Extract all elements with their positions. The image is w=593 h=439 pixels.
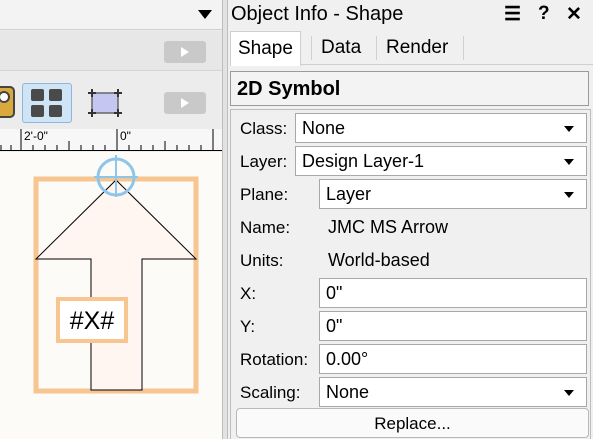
plane-label: Plane:	[240, 185, 289, 204]
ruler-label-origin: 0"	[120, 129, 131, 143]
reshape-tool-icon[interactable]	[84, 83, 128, 123]
rotation-field[interactable]: 0.00°	[319, 344, 587, 374]
dropdown-arrow-icon	[564, 192, 574, 198]
y-field[interactable]: 0"	[319, 311, 587, 341]
object-type-header: 2D Symbol	[230, 71, 589, 106]
tab-render[interactable]: Render	[379, 31, 455, 65]
object-info-palette: Object Info - Shape ☰ ? ✕ Shape Data Ren…	[228, 0, 593, 439]
units-value: World-based	[328, 250, 430, 270]
drawing-canvas[interactable]: #X#	[0, 152, 222, 439]
scaling-value: None	[326, 382, 370, 402]
help-icon[interactable]: ?	[538, 3, 550, 25]
app-window: 2'-0" 0" #X# Object Info - Shape ☰ ? ✕ S…	[0, 0, 593, 439]
palette-title: Object Info - Shape	[231, 3, 404, 25]
hamburger-menu-icon[interactable]: ☰	[504, 3, 521, 26]
arrow-symbol[interactable]	[34, 179, 198, 391]
units-label: Units:	[240, 251, 284, 270]
name-label: Name:	[240, 218, 291, 237]
layer-label: Layer:	[240, 152, 288, 171]
expand-button[interactable]	[164, 41, 206, 63]
close-icon[interactable]: ✕	[566, 3, 582, 26]
replace-button[interactable]: Replace...	[236, 408, 589, 438]
tab-data[interactable]: Data	[314, 31, 368, 65]
dropdown-arrow-icon	[564, 159, 574, 165]
dropdown-arrow-icon	[564, 126, 574, 132]
tool-bar-row-1	[0, 31, 222, 71]
shape-properties-panel: Class: None Layer: Design Layer-1 Plane:…	[230, 109, 591, 439]
tab-shape[interactable]: Shape	[230, 31, 301, 66]
class-dropdown[interactable]: None	[295, 113, 587, 143]
scaling-label: Scaling:	[240, 383, 301, 402]
plane-value: Layer	[326, 184, 372, 204]
expand-button-2[interactable]	[164, 92, 206, 114]
ruler-label-left: 2'-0"	[24, 129, 48, 143]
chevron-down-icon[interactable]	[198, 10, 212, 19]
class-label: Class:	[240, 119, 288, 138]
layer-value: Design Layer-1	[302, 151, 425, 171]
grid-tool-icon[interactable]	[22, 83, 72, 123]
horizontal-ruler: 2'-0" 0"	[0, 129, 222, 151]
scaling-dropdown[interactable]: None	[319, 377, 587, 407]
symbol-text: #X#	[69, 307, 115, 335]
drawing-pane: 2'-0" 0" #X#	[0, 0, 222, 439]
palette-tabs: Shape Data Render	[230, 31, 593, 66]
y-label: Y:	[240, 317, 256, 336]
object-type-label: 2D Symbol	[237, 78, 341, 100]
rotation-label: Rotation:	[240, 350, 309, 369]
name-value: JMC MS Arrow	[328, 217, 449, 237]
layer-dropdown[interactable]: Design Layer-1	[295, 146, 587, 176]
plane-dropdown[interactable]: Layer	[319, 179, 587, 209]
dropdown-arrow-icon	[564, 390, 574, 396]
palette-titlebar[interactable]: Object Info - Shape ☰ ? ✕	[228, 0, 593, 28]
class-value: None	[302, 118, 346, 138]
partial-tool-icon[interactable]	[0, 83, 18, 123]
drawing-toolbar-top	[0, 0, 222, 30]
x-label: X:	[240, 284, 257, 303]
x-field[interactable]: 0"	[319, 278, 587, 308]
